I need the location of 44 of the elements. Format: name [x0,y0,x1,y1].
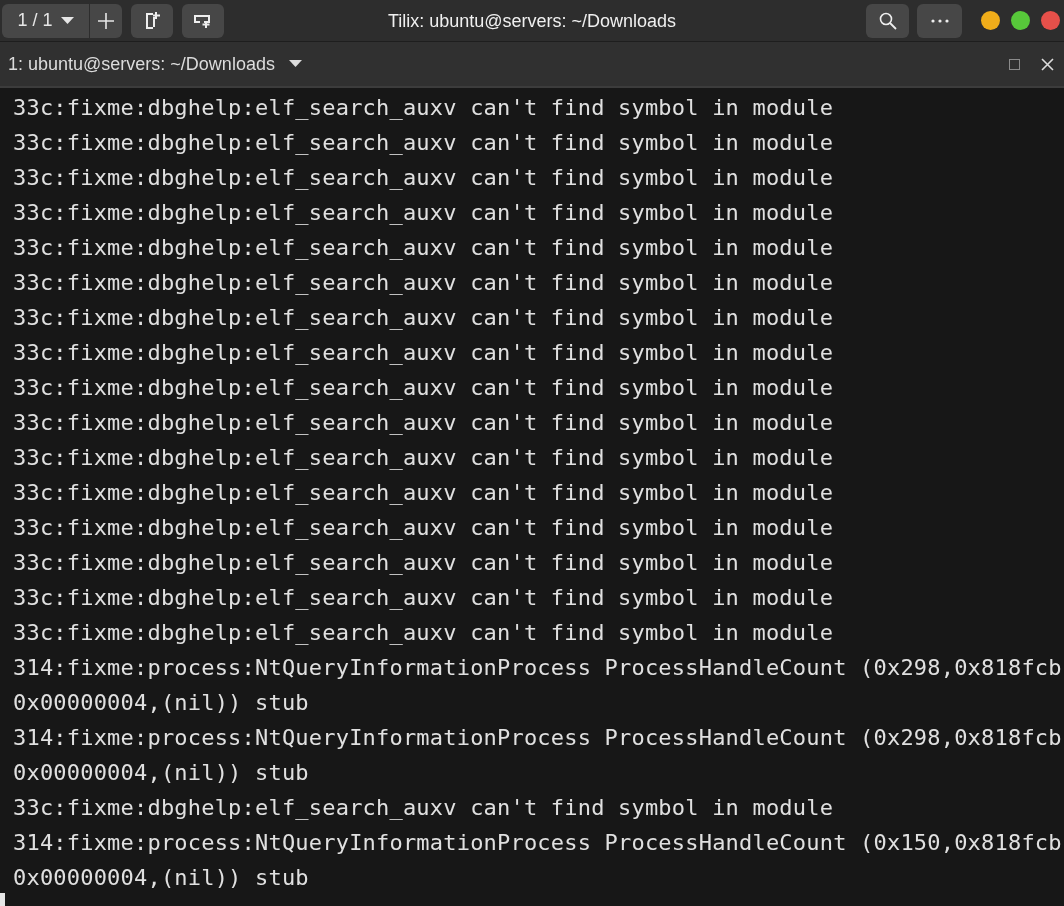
window-title: Tilix: ubuntu@servers: ~/Downloads [387,9,677,33]
split-right-icon [144,10,160,31]
terminal-line: 33c:fixme:dbghelp:elf_search_auxv can't find symbol in module [13,374,834,402]
terminal-line: 33c:fixme:dbghelp:elf_search_auxv can't find symbol in module [13,619,834,647]
terminal-line: 33c:fixme:dbghelp:elf_search_auxv can't find symbol in module [13,584,834,612]
terminal-line: 33c:fixme:dbghelp:elf_search_auxv can't find symbol in module [13,549,834,577]
window-control-button[interactable] [1041,11,1060,30]
terminal-line: 0x00000004,(nil)) stub [13,689,309,717]
terminal-line: 33c:fixme:dbghelp:elf_search_auxv can't find symbol in module [13,164,834,192]
terminal-line: 33c:fixme:dbghelp:elf_search_auxv can't find symbol in module [13,199,834,227]
terminal-line: 33c:fixme:dbghelp:elf_search_auxv can't find symbol in module [13,129,834,157]
terminal-line: 33c:fixme:dbghelp:elf_search_auxv can't find symbol in module [13,304,834,332]
terminal-line: 314:fixme:process:NtQueryInformationProcess ProcessHandleCount (0x298,0x818fcb [13,654,1062,682]
session-switcher[interactable]: 1 / 1 [2,3,89,38]
search-button[interactable] [866,3,909,38]
window-control-button[interactable] [981,11,1000,30]
terminal-line: 33c:fixme:dbghelp:elf_search_auxv can't find symbol in module [13,514,834,542]
terminal-line: 33c:fixme:dbghelp:elf_search_auxv can't find symbol in module [13,409,834,437]
terminal-line: 33c:fixme:dbghelp:elf_search_auxv can't find symbol in module [13,479,834,507]
search-icon [878,11,897,30]
more-icon [930,18,949,23]
terminal-line: 33c:fixme:dbghelp:elf_search_auxv can't find symbol in module [13,339,834,367]
menu-button[interactable] [917,3,962,38]
terminal-line: 33c:fixme:dbghelp:elf_search_auxv can't find symbol in module [13,269,834,297]
split-down-icon [193,12,213,29]
caret-icon[interactable] [288,60,302,68]
maximize-icon[interactable] [1009,58,1020,70]
terminal-line: 33c:fixme:dbghelp:elf_search_auxv can't find symbol in module [13,444,834,472]
terminal-line: 33c:fixme:dbghelp:elf_search_auxv can't find symbol in module [13,94,834,122]
close-icon[interactable] [1041,57,1054,71]
cursor [0,893,5,906]
terminal-title: 1: ubuntu@servers: ~/Downloads [8,52,275,76]
caret-icon [60,16,74,25]
terminal-line: 0x00000004,(nil)) stub [13,864,309,892]
add-right-button[interactable] [131,3,173,38]
terminal-line: 33c:fixme:dbghelp:elf_search_auxv can't find symbol in module [13,794,834,822]
plus-icon [98,12,114,29]
terminal-line: 33c:fixme:dbghelp:elf_search_auxv can't find symbol in module [13,234,834,262]
add-down-button[interactable] [182,3,224,38]
terminal-line: 0x00000004,(nil)) stub [13,759,309,787]
terminal-line: 314:fixme:process:NtQueryInformationProcess ProcessHandleCount (0x298,0x818fcb [13,724,1062,752]
terminal-line: 314:fixme:process:NtQueryInformationProcess ProcessHandleCount (0x150,0x818fcb [13,829,1062,857]
window-control-button[interactable] [1011,11,1030,30]
add-button[interactable] [90,3,122,38]
